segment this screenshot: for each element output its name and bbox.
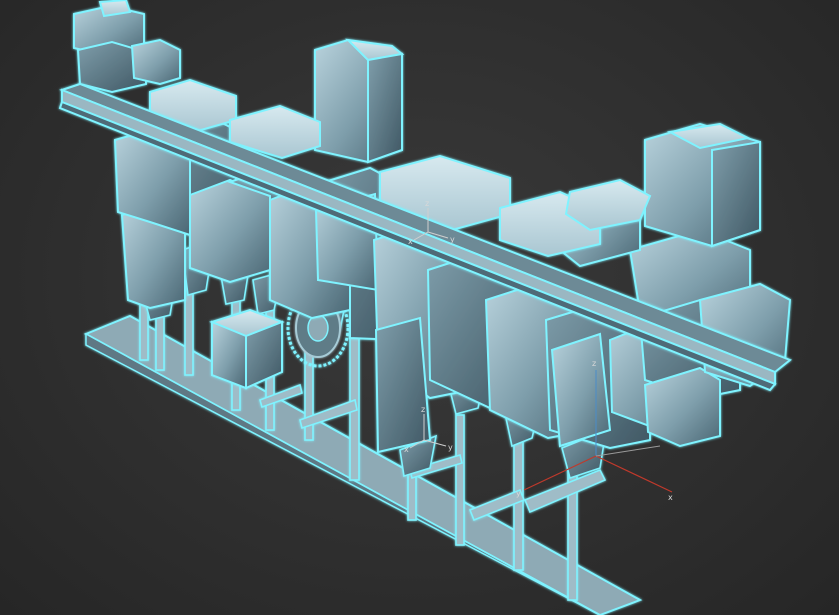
gizmo-label-z: z [592, 359, 596, 368]
motor-box[interactable] [209, 308, 285, 390]
gizmo-label-z: z [421, 405, 425, 414]
gizmo-label-y: y [448, 443, 453, 452]
gizmo-label-y: y [450, 235, 455, 244]
gizmo-label-x: x [404, 445, 409, 454]
gizmo-label-z: z [425, 199, 429, 208]
gizmo-label-x: x [668, 493, 673, 502]
gizmo-label-x: x [408, 237, 413, 246]
gizmo-label-y: y [516, 489, 521, 498]
3d-viewport[interactable]: z x y z x y z x y [0, 0, 839, 615]
viewport-canvas[interactable]: z x y z x y z x y [0, 0, 839, 615]
